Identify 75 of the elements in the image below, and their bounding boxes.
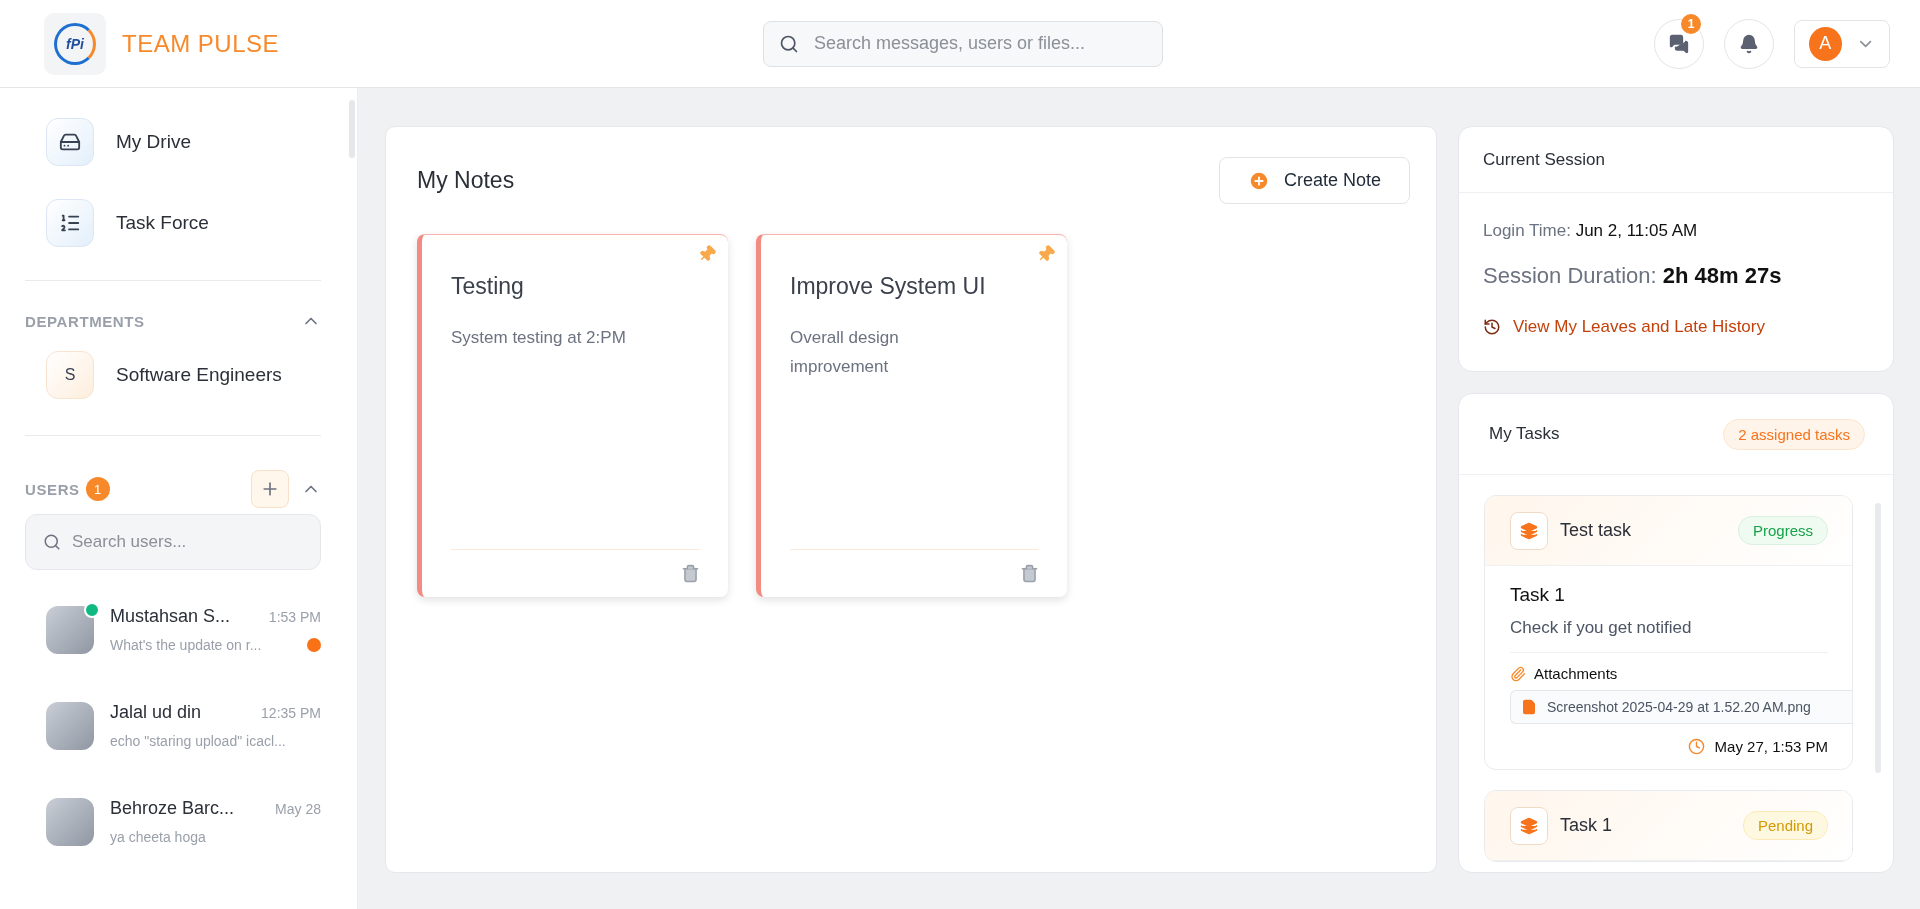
search-field[interactable]: Search messages, users or files... — [763, 20, 1163, 67]
card-title: My Tasks — [1489, 424, 1560, 444]
attachment-file[interactable]: Screenshot 2025-04-29 at 1.52.20 AM.png — [1510, 690, 1852, 724]
message-time: May 28 — [275, 800, 321, 817]
layers-icon — [1510, 806, 1548, 845]
sidebar-item[interactable]: Task Force — [25, 199, 327, 247]
department-item[interactable]: S Software Engineers — [25, 351, 327, 399]
task-project: Test task — [1560, 520, 1633, 541]
message-time: 12:35 PM — [261, 704, 321, 721]
message-preview: echo "staring upload" icacl... — [110, 733, 286, 749]
bell-icon — [1739, 33, 1759, 54]
session-duration: Session Duration: 2h 48m 27s — [1483, 263, 1783, 289]
hard-drive-icon — [59, 131, 81, 153]
login-time: Login Time: Jun 2, 11:05 AM — [1483, 221, 1699, 241]
add-user-button[interactable] — [251, 470, 289, 508]
note-text: System testing at 2:PM — [451, 327, 627, 349]
numbered-list-icon — [59, 212, 81, 234]
user-list-item[interactable]: Behroze Barc... May 28 ya cheeta hoga — [25, 798, 321, 846]
clock-icon — [1687, 738, 1705, 755]
trash-icon[interactable] — [1020, 564, 1039, 583]
app-name: TEAM PULSE — [122, 29, 280, 58]
user-name: Behroze Barc... — [110, 798, 235, 819]
note-card[interactable]: Testing System testing at 2:PM — [417, 234, 728, 597]
notifications-button[interactable] — [1724, 18, 1774, 69]
file-icon — [1521, 699, 1537, 715]
task-title: Task 1 — [1510, 584, 1566, 606]
scrollbar[interactable] — [349, 100, 355, 158]
notification-badge: 1 — [1681, 13, 1701, 34]
status-tag: Pending — [1742, 811, 1828, 840]
paperclip-icon — [1510, 665, 1526, 682]
search-icon — [779, 33, 799, 54]
message-time: 1:53 PM — [268, 608, 321, 625]
user-name: Mustahsan S... — [110, 606, 231, 627]
attachments-label: Attachments — [1534, 665, 1618, 682]
note-text: Overall design improvement — [790, 327, 900, 378]
history-link[interactable]: View My Leaves and Late History — [1483, 317, 1869, 337]
trash-icon[interactable] — [681, 564, 700, 583]
section-title: DEPARTMENTS — [25, 312, 145, 330]
pin-icon[interactable] — [1037, 245, 1055, 263]
department-initial: S — [46, 351, 94, 399]
task-project: Task 1 — [1560, 815, 1614, 836]
user-list-item[interactable]: Mustahsan S... 1:53 PM What's the update on r... — [25, 606, 321, 654]
task-date: May 27, 1:53 PM — [1714, 738, 1828, 755]
section-title: USERS — [25, 480, 80, 498]
search-icon — [43, 533, 61, 551]
note-card[interactable]: Improve System UI Overall design improvement — [756, 234, 1067, 597]
panel-title: My Notes — [417, 167, 515, 194]
user-search-field[interactable]: Search users... — [25, 514, 321, 570]
card-title: Current Session — [1483, 149, 1605, 170]
users-count-badge: 1 — [85, 477, 110, 501]
sidebar-item-label: Task Force — [116, 212, 209, 234]
user-list-item[interactable]: Jalal ud din 12:35 PM echo "staring upload" icacl... — [25, 702, 321, 750]
plus-circle-icon — [1247, 169, 1270, 192]
logo: fPi — [44, 12, 106, 75]
message-preview: ya cheeta hoga — [110, 829, 206, 845]
user-avatar: A — [1809, 26, 1842, 61]
message-preview: What's the update on r... — [110, 637, 262, 653]
department-name: Software Engineers — [116, 364, 282, 386]
create-note-button[interactable]: Create Note — [1218, 157, 1410, 204]
sidebar-item[interactable]: My Drive — [25, 118, 327, 166]
task-card[interactable]: Test task Progress Task 1 Check if you get notified Attachments Screenshot 2025-04-29 at 1.52.20 AM.png May 27, 1:53 PM — [1484, 495, 1853, 770]
layers-icon — [1510, 511, 1548, 550]
chat-bubbles-icon — [1669, 33, 1689, 54]
photo-placeholder — [46, 798, 94, 846]
task-count-badge: 2 assigned tasks — [1723, 418, 1865, 450]
sidebar-item-label: My Drive — [116, 131, 191, 153]
status-tag: Progress — [1737, 516, 1828, 545]
task-card[interactable]: Task 1 Pending — [1484, 790, 1853, 862]
photo-placeholder — [46, 702, 94, 750]
note-title: Improve System UI — [790, 273, 987, 300]
pin-icon[interactable] — [698, 245, 716, 263]
user-name: Jalal ud din — [110, 702, 202, 723]
task-description: Check if you get notified — [1510, 618, 1828, 653]
note-title: Testing — [451, 273, 525, 300]
history-icon — [1483, 318, 1501, 336]
